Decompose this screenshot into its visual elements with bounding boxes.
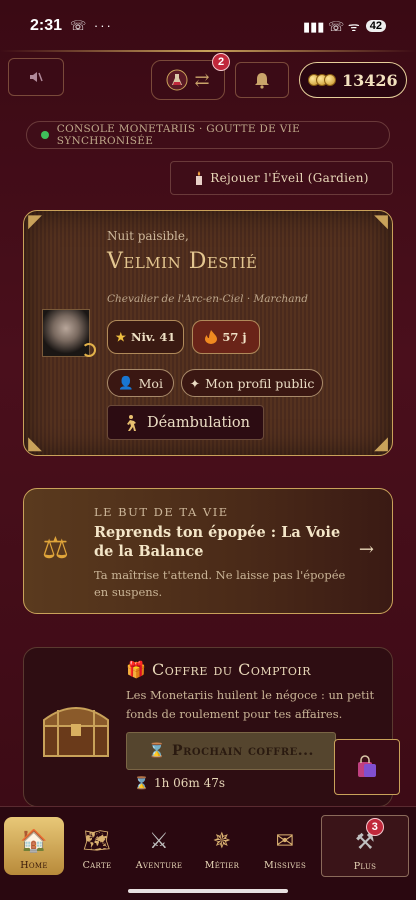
nav-home[interactable]: 🏠 Home [4,817,64,875]
candle-icon [196,171,203,185]
sparkle-icon: ✦ [189,375,201,391]
chest-title-text: Coffre du Comptoir [152,660,312,679]
hourglass-icon: ⌛ [134,776,149,790]
signal-icon: ▮▮▮ ☏ ᯤ [302,19,360,34]
walking-icon [126,414,136,431]
speaker-muted-icon [30,72,43,82]
corner-ornament-icon: ◤ [28,211,42,232]
nav-job-label: Métier [204,860,240,871]
wander-label: Déambulation [146,414,251,431]
hourglass-icon: ⌛ [148,743,167,759]
streak-value: 57 j [222,330,247,344]
corner-ornament-icon: ◢ [374,433,388,454]
player-title: Chevalier de l'Arc-en-Ciel · Marchand [107,293,308,305]
status-time: 2:31 [30,17,63,34]
status-right-icons: ▮▮▮ ☏ ᯤ 42 [303,17,386,35]
header-divider [0,50,416,52]
purpose-kicker: Le but de ta vie [94,505,229,519]
greeting-text: Nuit paisible, [107,229,189,243]
status-bar: 2:31 ☏ ··· ▮▮▮ ☏ ᯤ 42 [0,0,416,52]
character-swap-button[interactable]: ⇄ 2 [151,53,230,100]
star-icon: ★ [115,330,126,344]
house-icon: 🏠 [20,829,48,854]
coin-balance[interactable]: 13426 [299,62,407,98]
nav-letters-label: Missives [263,860,307,871]
nav-adventure-label: Aventure [135,860,183,871]
purpose-description: Ta maîtrise t'attend. Ne laisse pas l'ép… [94,568,346,599]
level-value: Niv. 41 [130,330,176,344]
status-left-icons: ☏ ··· [70,18,113,33]
shopping-bag-icon [358,755,376,777]
console-label: Console Monetariis · Goutte de vie synch… [56,123,301,147]
home-indicator [128,889,288,893]
nav-letters[interactable]: ✉ Missives [255,817,315,875]
arrow-right-icon: → [358,539,374,560]
bell-icon [255,73,269,89]
profile-card: ◤ ◥ ◣ ◢ Nuit paisible, Velmin Destié Che… [23,210,393,456]
nav-map[interactable]: 🗺 Carte [67,817,127,875]
nav-more-label: Plus [353,861,377,872]
treasure-chest-icon [43,707,109,757]
battery-icon: 42 [365,20,386,32]
level-chip: ★ Niv. 41 [107,320,184,354]
swap-arrows-icon: ⇄ [194,69,210,91]
scales-icon: ⚖ [42,531,69,566]
flask-icon [166,69,188,91]
next-chest-label: Prochain coffre... [172,743,314,759]
next-chest-button[interactable]: ⌛ Prochain coffre... [126,732,336,770]
gift-icon: 🎁 [126,660,147,679]
chest-description: Les Monetariis huilent le négoce : un pe… [126,688,375,721]
nav-job[interactable]: ✵ Métier [192,817,252,875]
coins-icon [308,74,336,86]
flame-icon [205,330,218,344]
public-profile-label: Mon profil public [205,375,315,391]
purpose-title: Reprends ton épopée : La Voie de la Bala… [94,524,341,560]
more-badge: 3 [366,818,384,836]
replay-label: Rejouer l'Éveil (Gardien) [210,171,369,185]
sync-status-dot [41,131,49,139]
corner-ornament-icon: ◣ [28,433,42,454]
map-icon: 🗺 [82,829,112,854]
chest-title: 🎁 Coffre du Comptoir [126,660,311,679]
player-name: Velmin Destié [107,249,258,274]
top-bar: ⇄ 2 13426 [0,53,416,104]
bottom-navigation: 🏠 Home 🗺 Carte ⚔ Aventure ✵ Métier ✉ Mis… [0,806,416,900]
notification-badge: 2 [212,53,230,71]
public-profile-button[interactable]: ✦ Mon profil public [181,369,323,397]
me-label: Moi [138,375,163,391]
wander-button[interactable]: Déambulation [107,405,264,440]
envelope-icon: ✉ [275,829,295,854]
chest-timer: ⌛ 1h 06m 47s [134,776,225,790]
nav-adventure[interactable]: ⚔ Aventure [129,817,189,875]
console-status: Console Monetariis · Goutte de vie synch… [26,121,390,149]
timer-value: 1h 06m 47s [153,776,226,790]
nav-map-label: Carte [82,860,112,871]
nav-home-label: Home [20,860,48,871]
me-button[interactable]: 👤 Moi [107,369,174,397]
mute-button[interactable] [8,58,64,96]
avatar-progress-ring [82,343,96,357]
nav-more[interactable]: ⚒ Plus 3 [321,815,409,877]
life-purpose-card[interactable]: ⚖ Le but de ta vie Reprends ton épopée :… [23,488,393,614]
person-icon: 👤 [118,375,134,390]
replay-awakening-button[interactable]: Rejouer l'Éveil (Gardien) [170,161,393,195]
shop-bag-button[interactable] [334,739,400,795]
compass-icon: ✵ [212,829,232,854]
corner-ornament-icon: ◥ [374,211,388,232]
bell-button[interactable] [235,62,289,98]
coin-amount: 13426 [342,70,398,90]
swords-icon: ⚔ [148,829,170,854]
streak-chip: 57 j [192,320,260,354]
